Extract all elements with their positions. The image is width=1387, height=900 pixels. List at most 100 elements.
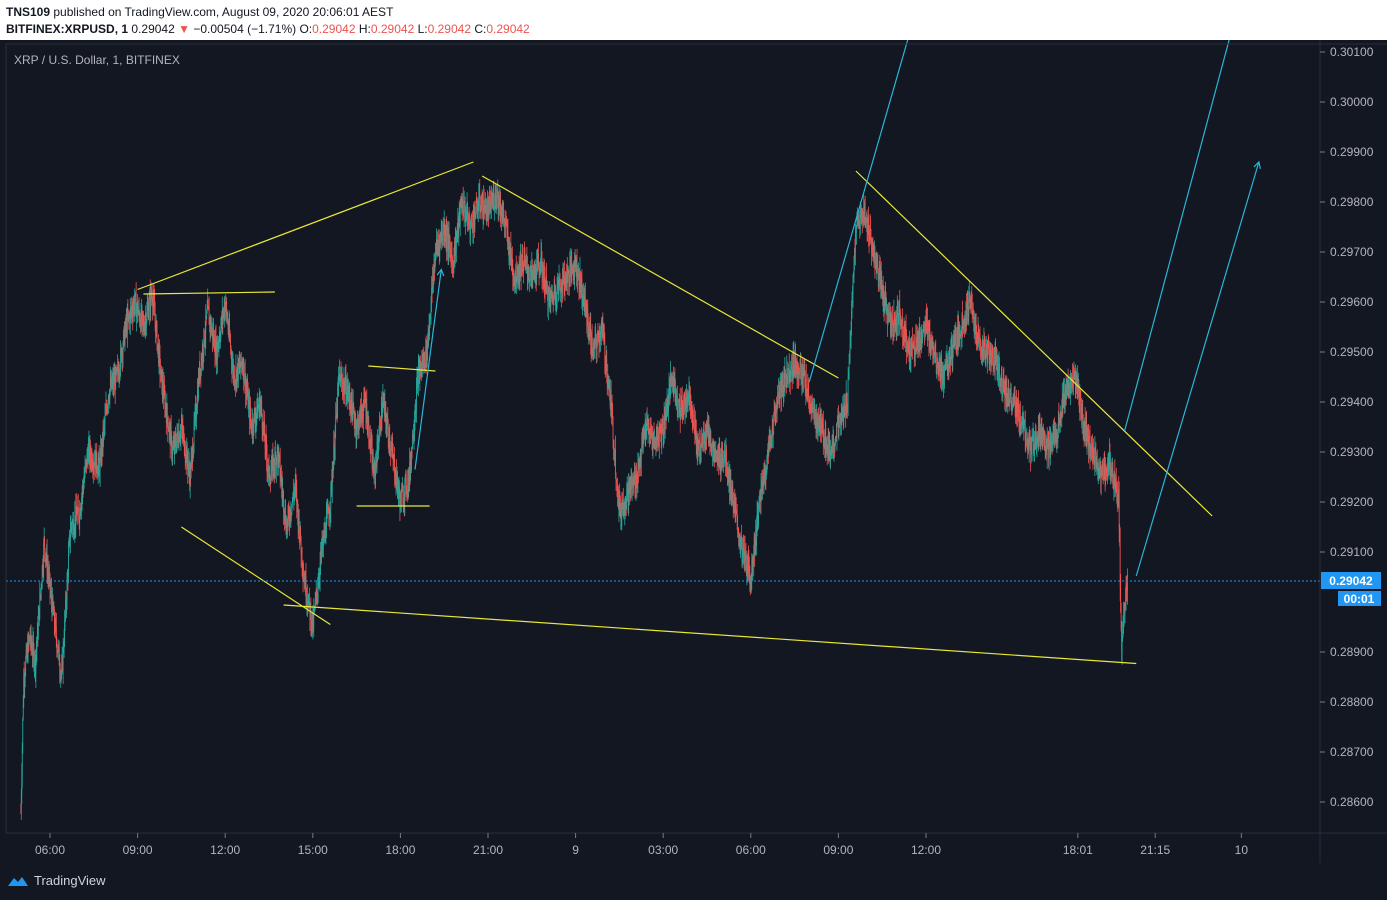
candle-body bbox=[446, 235, 448, 247]
candle-body bbox=[805, 378, 807, 390]
time-axis-label: 12:00 bbox=[210, 843, 240, 857]
price-axis-label: 0.28900 bbox=[1330, 645, 1374, 659]
footer: TradingView bbox=[0, 863, 1387, 900]
chart-background bbox=[0, 40, 1387, 863]
time-axis-label: 06:00 bbox=[736, 843, 766, 857]
price-chart[interactable]: XRP / U.S. Dollar, 1, BITFINEX 0.30100 0.… bbox=[0, 40, 1387, 863]
candle-body bbox=[547, 291, 549, 307]
candle-body bbox=[1039, 418, 1041, 429]
candle-body bbox=[640, 450, 642, 462]
candle-body bbox=[401, 492, 402, 506]
price-axis-label: 0.29500 bbox=[1330, 345, 1374, 359]
open-value: 0.29042 bbox=[312, 22, 356, 36]
candle-body bbox=[503, 211, 504, 219]
price-change: −0.00504 (−1.71%) bbox=[193, 22, 297, 36]
candle-body bbox=[479, 191, 481, 208]
candle-body bbox=[493, 194, 495, 209]
candle-body bbox=[971, 303, 973, 310]
price-axis-label: 0.29800 bbox=[1330, 195, 1374, 209]
candle-body bbox=[36, 642, 38, 650]
published-text: published on TradingView.com, August 09,… bbox=[53, 5, 394, 19]
candle-body bbox=[919, 331, 921, 341]
candle-body bbox=[309, 593, 310, 603]
candle-body bbox=[1127, 575, 1128, 592]
candle-body bbox=[615, 449, 616, 475]
candle-body bbox=[463, 201, 465, 217]
candle-body bbox=[838, 415, 840, 437]
candle-body bbox=[693, 414, 695, 428]
last-price: 0.29042 bbox=[131, 22, 175, 36]
candle-body bbox=[387, 426, 389, 439]
chart-title: XRP / U.S. Dollar, 1, BITFINEX bbox=[14, 53, 180, 67]
candle-body bbox=[997, 355, 998, 376]
publish-header: TNS109 published on TradingView.com, Aug… bbox=[0, 0, 1387, 40]
price-axis-label: 0.29700 bbox=[1330, 245, 1374, 259]
time-axis-label: 18:01 bbox=[1063, 843, 1093, 857]
time-axis-label: 09:00 bbox=[823, 843, 853, 857]
price-axis-label: 0.29100 bbox=[1330, 545, 1374, 559]
candle-body bbox=[556, 287, 558, 299]
symbol-name[interactable]: BITFINEX:XRPUSD bbox=[6, 22, 115, 36]
candle-body bbox=[243, 362, 245, 383]
candle-body bbox=[606, 359, 608, 376]
candle-body bbox=[298, 516, 300, 539]
author-name[interactable]: TNS109 bbox=[6, 5, 50, 19]
publish-info-line: TNS109 published on TradingView.com, Aug… bbox=[6, 5, 393, 19]
candle-body bbox=[70, 530, 71, 542]
candle-body bbox=[1014, 395, 1016, 406]
price-axis-label: 0.29300 bbox=[1330, 445, 1374, 459]
candle-body bbox=[206, 309, 208, 313]
close-value: 0.29042 bbox=[486, 22, 530, 36]
price-axis-label: 0.29600 bbox=[1330, 295, 1374, 309]
candle-body bbox=[166, 405, 168, 419]
candle-body bbox=[475, 200, 477, 218]
low-value: 0.29042 bbox=[427, 22, 471, 36]
last-price-tag: 0.29042 bbox=[1321, 572, 1381, 589]
candle-body bbox=[44, 537, 45, 550]
candle-body bbox=[154, 315, 156, 322]
down-triangle-icon: ▼ bbox=[178, 22, 191, 36]
candle-body bbox=[148, 298, 150, 312]
interval-label: 1 bbox=[121, 22, 129, 36]
candle-body bbox=[368, 421, 370, 441]
tradingview-brand: TradingView bbox=[34, 873, 106, 888]
time-axis-label: 21:15 bbox=[1140, 843, 1170, 857]
tradingview-cloud-icon bbox=[8, 876, 28, 886]
candle-body bbox=[773, 414, 775, 435]
candle-body bbox=[847, 376, 849, 401]
price-axis-label: 0.30000 bbox=[1330, 95, 1374, 109]
candle-body bbox=[726, 449, 727, 472]
time-axis-label: 06:00 bbox=[35, 843, 65, 857]
candle-body bbox=[529, 273, 530, 279]
candle-body bbox=[146, 309, 148, 321]
candle-body bbox=[772, 434, 774, 436]
candle-body bbox=[955, 334, 957, 347]
candle-body bbox=[1031, 439, 1033, 453]
last-price-tag-text: 0.29042 bbox=[1329, 574, 1373, 588]
candle-body bbox=[1001, 378, 1003, 394]
close-label: C: bbox=[474, 22, 487, 36]
candle-body bbox=[612, 419, 614, 442]
candle-body bbox=[1023, 424, 1025, 429]
time-axis-label: 10 bbox=[1235, 843, 1249, 857]
countdown-tag: 00:01 bbox=[1338, 591, 1381, 606]
low-label: L: bbox=[417, 22, 428, 36]
candle-body bbox=[40, 588, 42, 589]
candle-body bbox=[104, 415, 106, 424]
candle-body bbox=[266, 457, 268, 469]
candle-body bbox=[68, 554, 69, 577]
candle-body bbox=[472, 222, 473, 230]
candle-body bbox=[22, 718, 24, 747]
time-axis-label: 9 bbox=[572, 843, 579, 857]
time-axis-label: 03:00 bbox=[648, 843, 678, 857]
tradingview-logo[interactable]: TradingView bbox=[6, 873, 106, 888]
candle-body bbox=[852, 275, 854, 294]
candle-body bbox=[283, 512, 285, 517]
candle-body bbox=[389, 436, 391, 449]
time-axis-label: 15:00 bbox=[298, 843, 328, 857]
candle-body bbox=[270, 474, 272, 483]
candle-body bbox=[66, 579, 68, 603]
price-axis-label: 0.29900 bbox=[1330, 145, 1374, 159]
time-axis-label: 18:00 bbox=[385, 843, 415, 857]
price-axis-label: 0.28700 bbox=[1330, 745, 1374, 759]
